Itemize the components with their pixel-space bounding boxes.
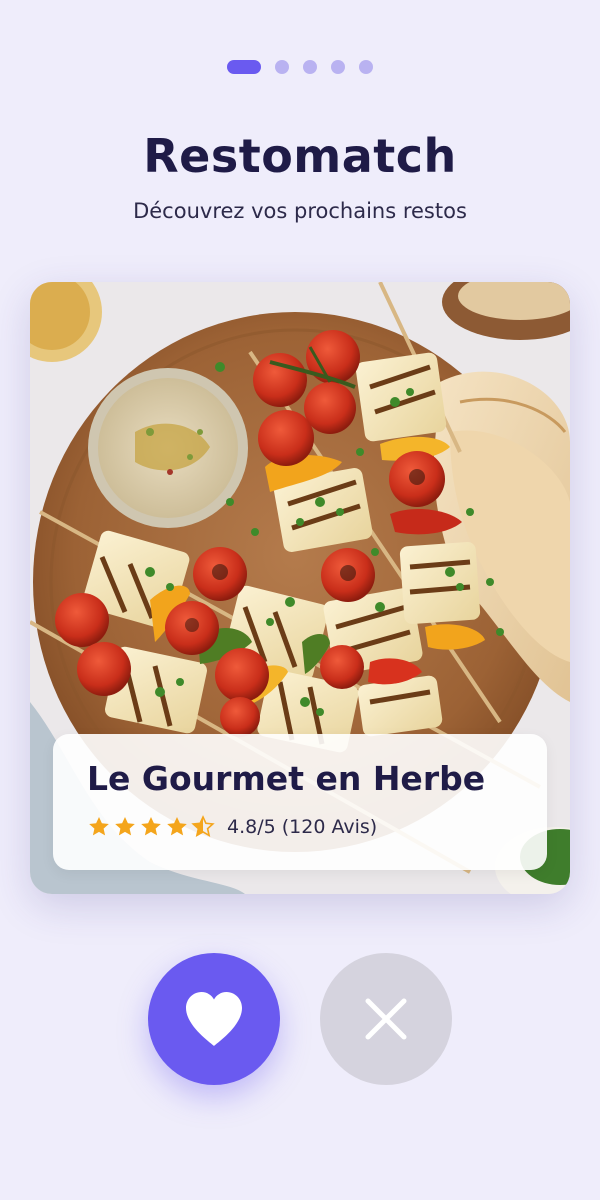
rating-row: 4.8/5 (120 Avis) (87, 814, 377, 840)
pager-dot[interactable] (303, 60, 317, 74)
rating-text: 4.8/5 (120 Avis) (227, 816, 378, 838)
onboarding-pager (0, 60, 600, 74)
app-subtitle: Découvrez vos prochains restos (133, 199, 467, 223)
star-icon (141, 817, 161, 836)
pager-dot[interactable] (331, 60, 345, 74)
heart-icon (186, 992, 242, 1046)
half-star-icon (191, 815, 215, 837)
star-icon (167, 817, 187, 836)
like-button[interactable] (148, 953, 280, 1085)
close-icon (365, 998, 407, 1040)
app-title: Restomatch (143, 129, 457, 183)
restaurant-card[interactable]: Le Gourmet en Herbe 4.8/5 (120 Avis) (30, 282, 570, 894)
pager-dot[interactable] (359, 60, 373, 74)
restaurant-name: Le Gourmet en Herbe (87, 759, 486, 798)
pager-dot-active[interactable] (227, 60, 261, 74)
rating-stars (87, 815, 215, 839)
star-icon (115, 817, 135, 836)
dislike-button[interactable] (320, 953, 452, 1085)
restaurant-info-panel: Le Gourmet en Herbe 4.8/5 (120 Avis) (53, 734, 547, 870)
star-icon (89, 817, 109, 836)
pager-dot[interactable] (275, 60, 289, 74)
